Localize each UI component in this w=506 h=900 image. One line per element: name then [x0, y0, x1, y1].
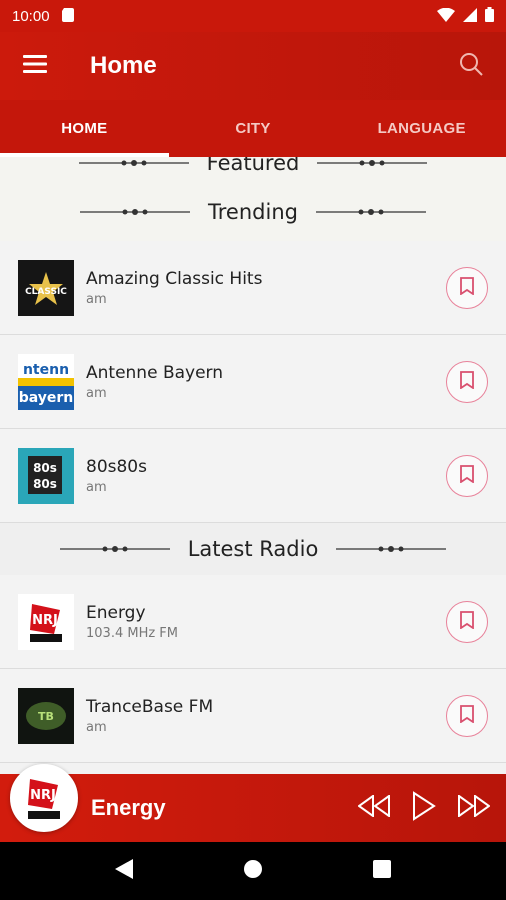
bookmark-button[interactable] — [446, 600, 488, 643]
bookmark-button[interactable] — [446, 694, 488, 737]
station-logo: 80s 80s — [18, 447, 74, 504]
item-title: Amazing Classic Hits — [86, 268, 263, 289]
tab-bar: HOME CITY LANGUAGE — [0, 100, 506, 157]
status-time: 10:00 — [12, 7, 50, 25]
trending-title: Trending — [208, 200, 298, 224]
app-bar: Home — [0, 32, 506, 100]
nav-home-button[interactable] — [228, 846, 278, 896]
station-logo: CLASSIC — [18, 259, 74, 316]
svg-text:TB: TB — [38, 710, 54, 723]
item-subtitle: am — [86, 479, 107, 495]
signal-icon — [463, 7, 477, 26]
item-title: Energy — [86, 602, 146, 623]
item-subtitle: am — [86, 385, 107, 401]
svg-text:80s: 80s — [33, 477, 57, 491]
fast-forward-icon — [458, 794, 491, 821]
play-button[interactable] — [402, 786, 446, 830]
play-icon — [412, 791, 436, 825]
bookmark-button[interactable] — [446, 454, 488, 497]
svg-text:NRJ: NRJ — [30, 788, 56, 803]
svg-text:NRJ: NRJ — [32, 613, 58, 628]
system-nav-bar — [0, 842, 506, 900]
ornament-right — [317, 160, 428, 166]
rewind-button[interactable] — [352, 786, 396, 830]
wifi-icon — [437, 7, 455, 26]
nav-back-button[interactable] — [99, 846, 149, 896]
player-controls — [352, 786, 496, 830]
rewind-icon — [357, 794, 390, 821]
mini-player[interactable]: NRJ Energy — [0, 764, 506, 842]
ornament-left — [59, 546, 170, 552]
svg-text:bayern: bayern — [19, 390, 74, 406]
search-button[interactable] — [436, 32, 506, 100]
station-logo: ntenn bayern — [18, 353, 74, 410]
item-subtitle: am — [86, 291, 107, 307]
item-title: Antenne Bayern — [86, 362, 224, 383]
item-text: Antenne Bayern am — [86, 363, 223, 401]
main-content[interactable]: Featured Trending CLASSIC Amazing Classi… — [0, 157, 506, 774]
sd-card-icon — [61, 7, 74, 26]
list-item[interactable]: 80s 80s 80s80s am — [0, 429, 506, 523]
player-artwork[interactable]: NRJ — [10, 764, 78, 832]
list-item[interactable]: TB TranceBase FM am — [0, 669, 506, 763]
bookmark-icon — [460, 610, 474, 633]
ornament-right — [336, 546, 447, 552]
ornament-right — [315, 209, 426, 215]
station-logo: TB — [18, 687, 74, 744]
ornament-left — [80, 209, 191, 215]
player-title: Energy — [91, 795, 166, 820]
trending-header: Trending — [0, 183, 506, 241]
station-logo: NRJ — [18, 593, 74, 650]
nav-recents-button[interactable] — [357, 846, 407, 896]
svg-text:ntenn: ntenn — [23, 362, 69, 378]
featured-header: Featured — [0, 157, 506, 183]
latest-title: Latest Radio — [187, 537, 319, 561]
item-title: 80s80s — [86, 456, 147, 477]
tab-home[interactable]: HOME — [0, 100, 169, 157]
item-title: TranceBase FM — [86, 696, 214, 717]
fast-forward-button[interactable] — [452, 786, 496, 830]
list-item[interactable]: CLASSIC Amazing Classic Hits am — [0, 241, 506, 335]
status-bar: 10:00 — [0, 0, 506, 32]
nav-back-icon — [115, 859, 134, 883]
battery-icon — [485, 6, 494, 26]
svg-text:CLASSIC: CLASSIC — [25, 287, 67, 297]
nav-home-icon — [243, 859, 263, 883]
status-icons — [437, 6, 494, 26]
item-subtitle: 103.4 MHz FM — [86, 625, 178, 641]
bookmark-icon — [460, 276, 474, 299]
featured-title: Featured — [206, 157, 300, 175]
item-text: Amazing Classic Hits am — [86, 269, 262, 307]
search-icon — [458, 51, 484, 81]
nav-recents-icon — [372, 860, 391, 882]
latest-header: Latest Radio — [0, 523, 506, 575]
bookmark-button[interactable] — [446, 266, 488, 309]
item-text: 80s80s am — [86, 457, 147, 495]
page-title: Home — [90, 52, 157, 79]
list-item[interactable]: ntenn bayern Antenne Bayern am — [0, 335, 506, 429]
tab-language[interactable]: LANGUAGE — [337, 100, 506, 157]
bookmark-icon — [460, 464, 474, 487]
bookmark-icon — [460, 370, 474, 393]
svg-text:80s: 80s — [33, 461, 57, 475]
bookmark-icon — [460, 704, 474, 727]
ornament-left — [78, 160, 189, 166]
item-text: TranceBase FM am — [86, 697, 213, 735]
menu-icon — [23, 55, 47, 77]
menu-button[interactable] — [0, 32, 70, 100]
bookmark-button[interactable] — [446, 360, 488, 403]
list-item[interactable]: NRJ Energy 103.4 MHz FM — [0, 575, 506, 669]
item-text: Energy 103.4 MHz FM — [86, 603, 178, 641]
item-subtitle: am — [86, 719, 107, 735]
tab-city[interactable]: CITY — [169, 100, 338, 157]
